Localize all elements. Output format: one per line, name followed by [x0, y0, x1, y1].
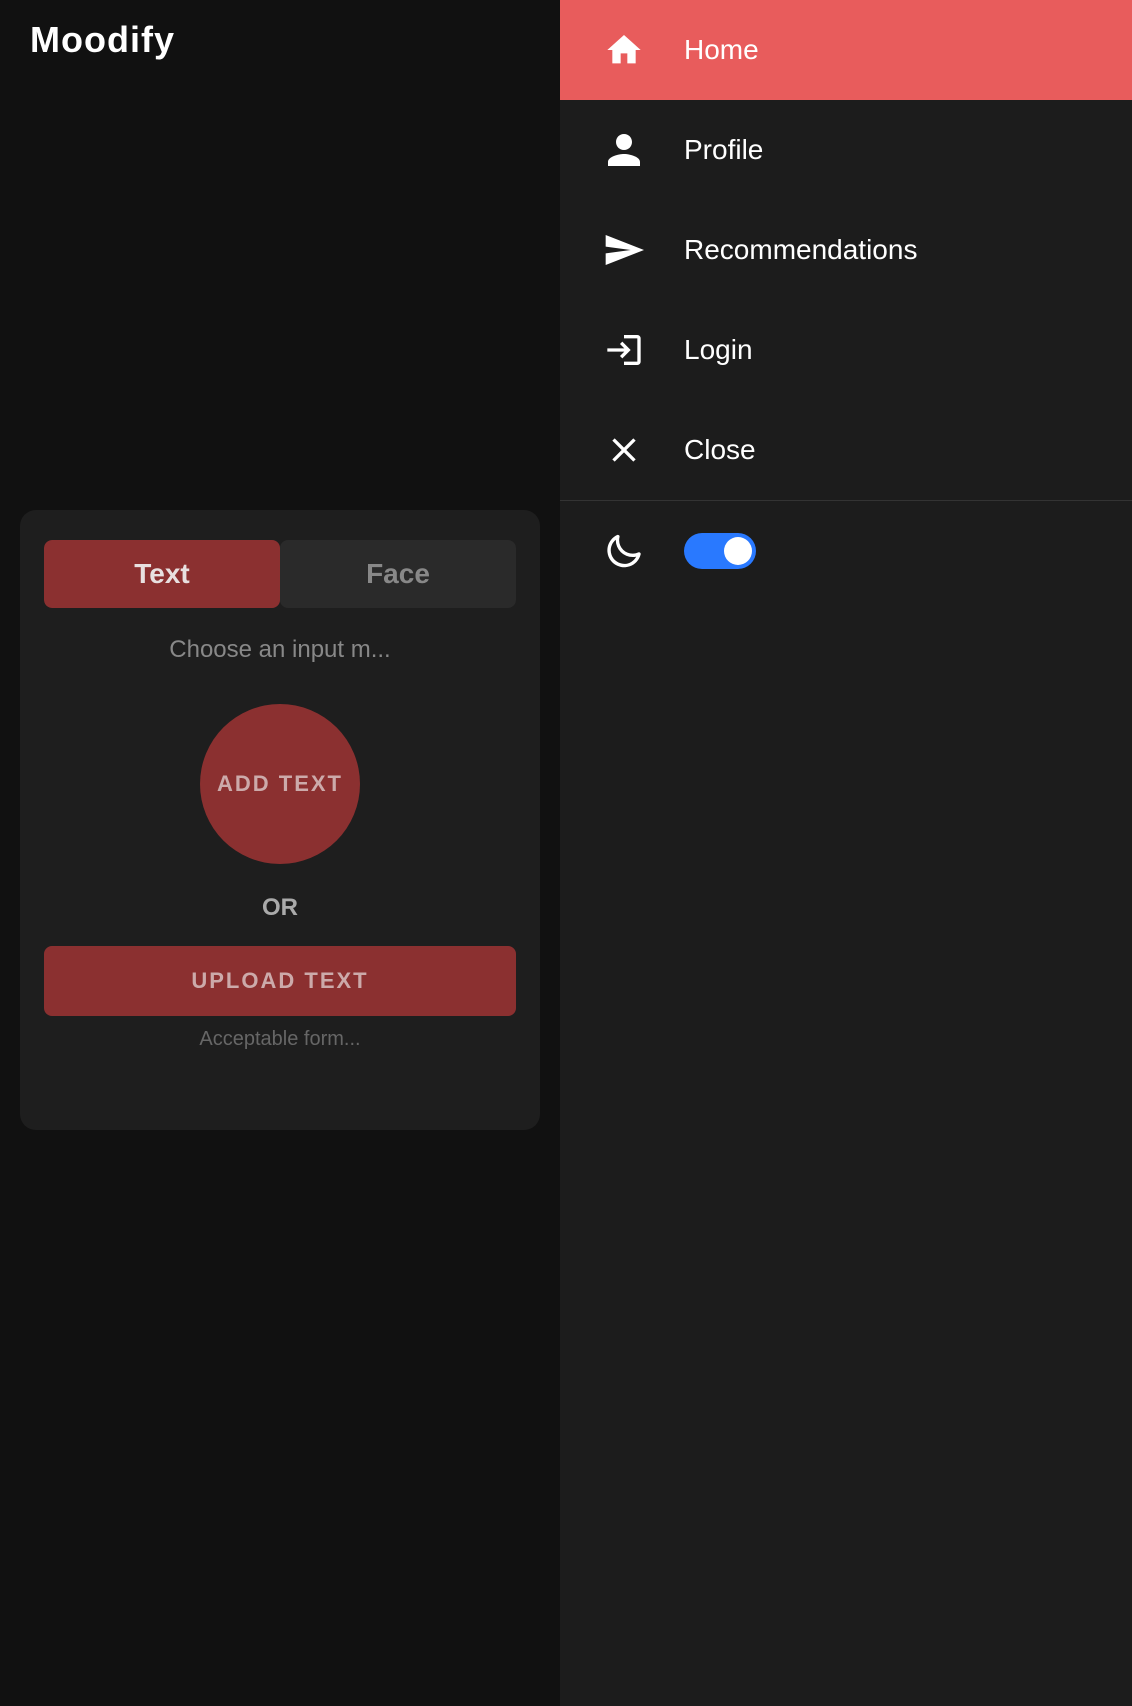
nav-item-home[interactable]: Home: [560, 0, 1132, 100]
tab-bar: Text Face: [44, 540, 516, 608]
home-icon: [600, 26, 648, 74]
nav-home-label: Home: [684, 34, 759, 66]
add-text-button[interactable]: ADD TEXT: [200, 704, 360, 864]
main-content: Text Face Choose an input m... ADD TEXT …: [0, 80, 560, 1706]
nav-recommendations-label: Recommendations: [684, 234, 917, 266]
nav-close-label: Close: [684, 434, 756, 466]
nav-item-recommendations[interactable]: Recommendations: [560, 200, 1132, 300]
nav-drawer: Home Profile Recommendations Login: [560, 0, 1132, 1706]
tab-face[interactable]: Face: [280, 540, 516, 608]
acceptable-formats-label: Acceptable form...: [44, 1028, 516, 1051]
nav-profile-label: Profile: [684, 134, 763, 166]
upload-text-button[interactable]: UPLOAD TEXT: [44, 946, 516, 1016]
recommendations-icon: [600, 226, 648, 274]
nav-item-close[interactable]: Close: [560, 400, 1132, 500]
nav-item-profile[interactable]: Profile: [560, 100, 1132, 200]
app-title: Moodify: [30, 19, 175, 61]
dark-mode-row: [560, 501, 1132, 601]
tab-text[interactable]: Text: [44, 540, 280, 608]
dark-mode-toggle[interactable]: [684, 533, 756, 569]
toggle-knob: [724, 537, 752, 565]
nav-item-login[interactable]: Login: [560, 300, 1132, 400]
login-icon: [600, 326, 648, 374]
input-card: Text Face Choose an input m... ADD TEXT …: [20, 510, 540, 1130]
or-divider: OR: [44, 894, 516, 922]
close-icon: [600, 426, 648, 474]
choose-input-label: Choose an input m...: [44, 636, 516, 664]
dark-mode-icon: [600, 527, 648, 575]
nav-login-label: Login: [684, 334, 753, 366]
profile-icon: [600, 126, 648, 174]
